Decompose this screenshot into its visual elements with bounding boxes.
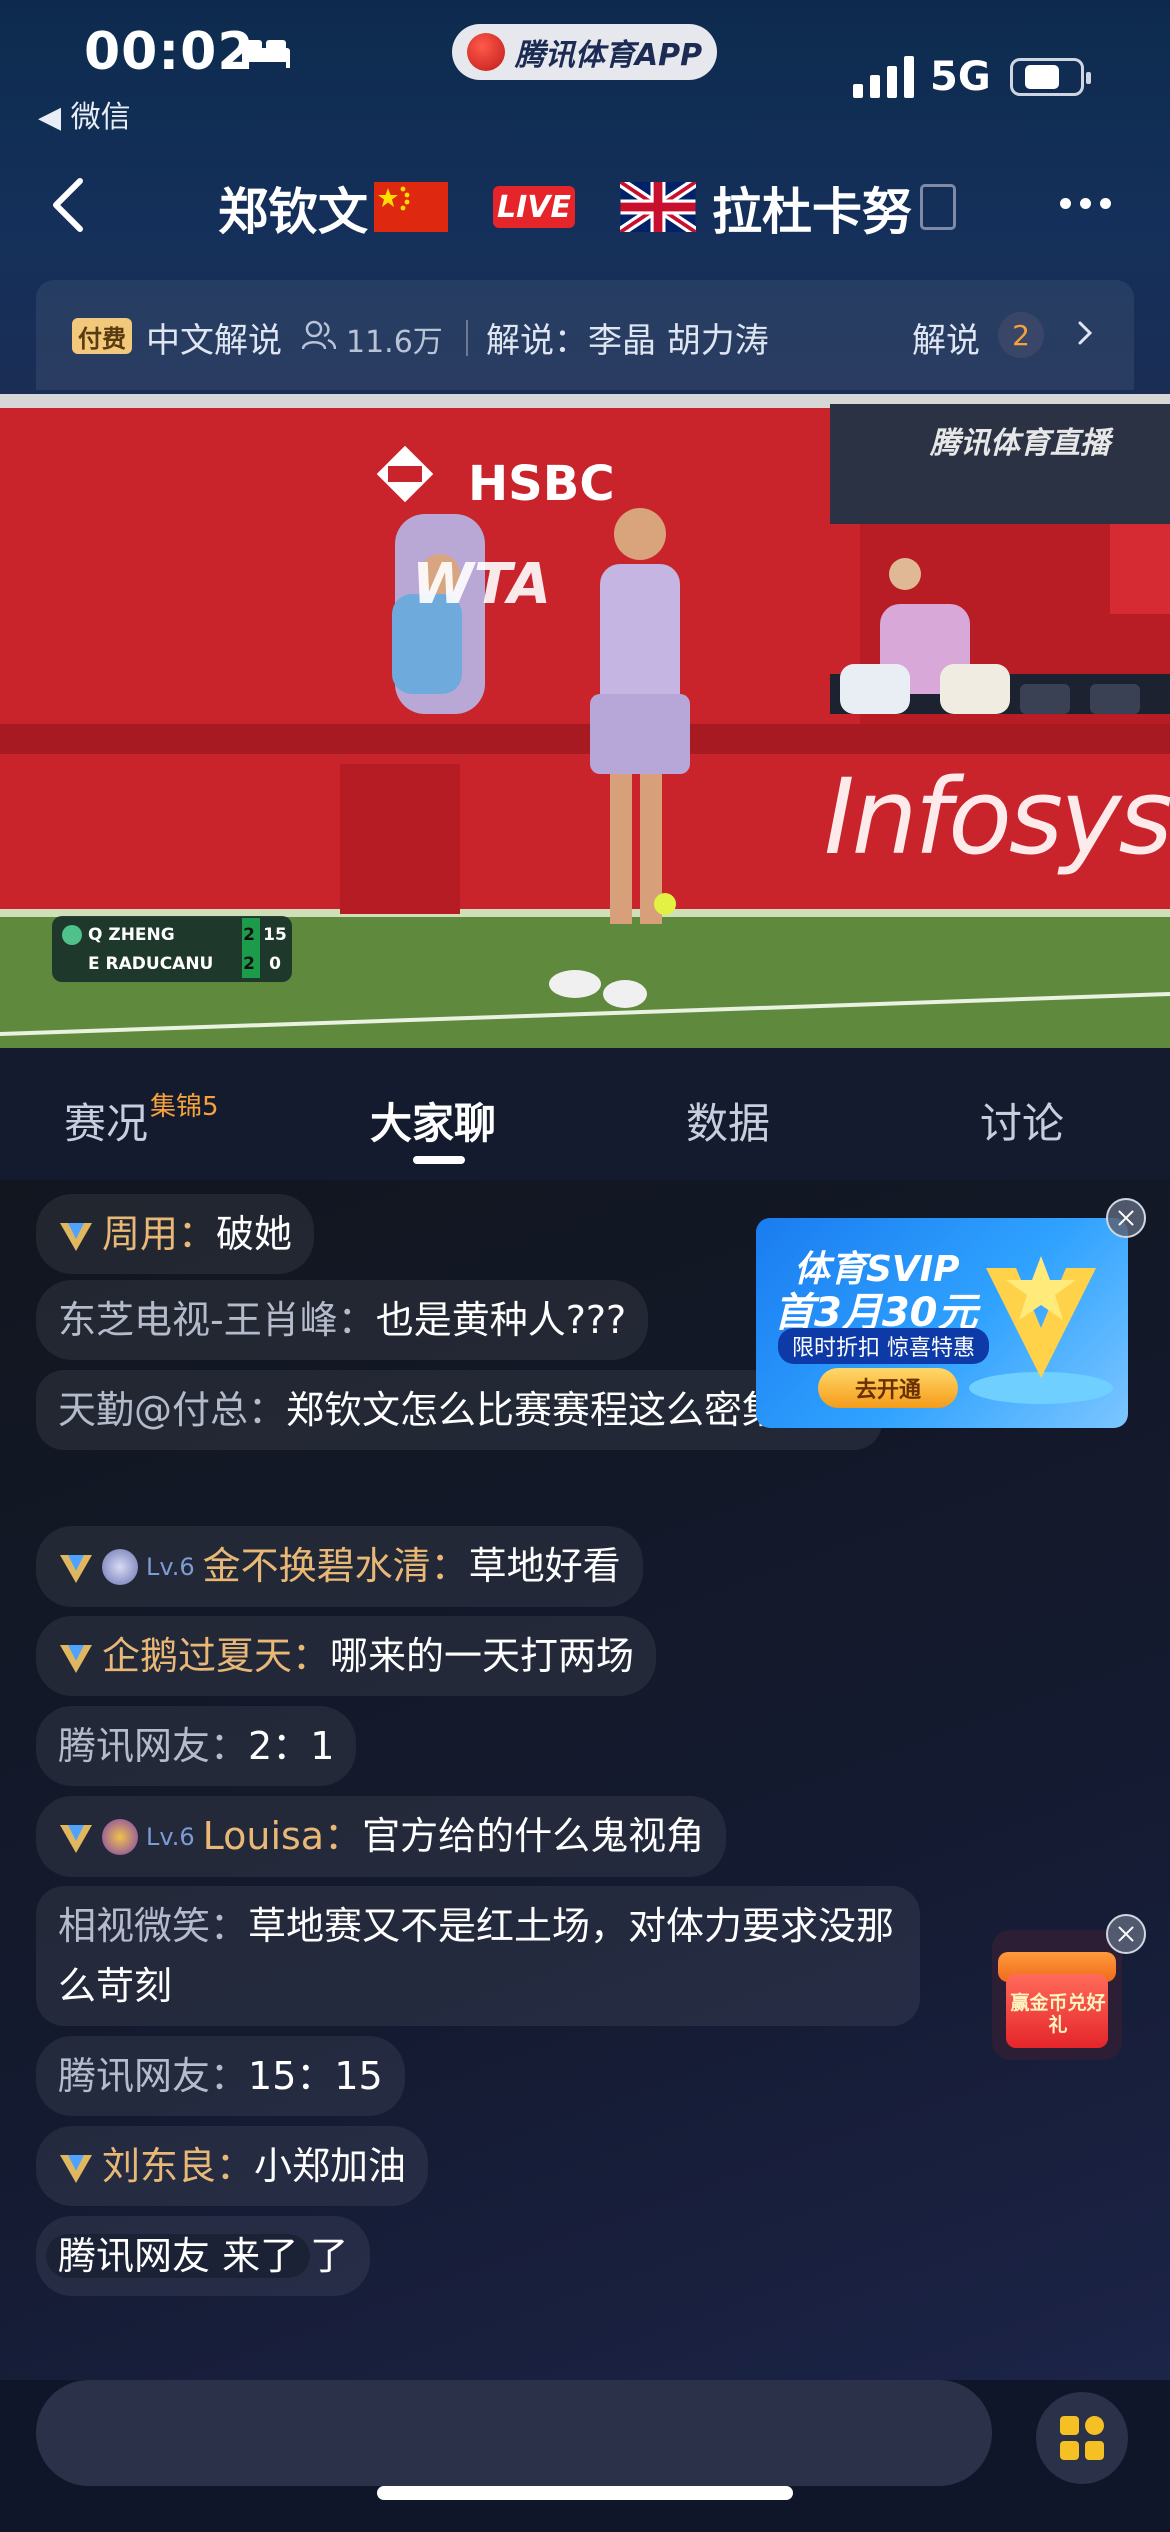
commentary-switch-label: 解说 <box>912 321 980 361</box>
chat-message: Lv.6 金不换碧水清：草地好看 <box>36 1526 643 1607</box>
tencent-sports-logo-icon <box>466 33 505 71</box>
chat-message: 腾讯网友 来了了 <box>36 2216 371 2296</box>
app-pill-label: 腾讯体育APP <box>514 38 703 73</box>
vip-badge-icon <box>60 1825 92 1853</box>
bottom-bar <box>0 2380 1170 2532</box>
score-player-2: E RADUCANU <box>88 953 214 974</box>
app-pill[interactable]: 腾讯体育APP <box>452 24 717 80</box>
user-level-badge: Lv.6 <box>146 1823 195 1851</box>
chat-message: 东芝电视-王肖峰：也是黄种人??? <box>36 1280 649 1360</box>
chat-message: 腾讯网友：15：15 <box>36 2036 405 2116</box>
chat-message: 刘东良：小郑加油 <box>36 2126 429 2206</box>
user-avatar <box>102 1819 138 1855</box>
score-row-1: Q ZHENG 2 15 <box>62 920 292 949</box>
vip-badge-icon <box>60 1223 92 1251</box>
tab-match-status[interactable]: 赛况集锦5 <box>64 1090 219 1151</box>
svip-trophy-icon <box>969 1256 1113 1404</box>
battery-icon <box>1010 58 1091 96</box>
commentators: 解说：李晶 胡力涛 <box>486 321 769 361</box>
status-time: 00:02 <box>84 22 255 82</box>
chevron-right-icon <box>1078 321 1093 345</box>
chat-message: 相视微笑：草地赛又不是红土场，对体力要求没那么苛刻 <box>36 1886 920 2026</box>
chat-input[interactable] <box>36 2380 992 2486</box>
user-level-badge: Lv.6 <box>146 1553 195 1581</box>
uk-flag-icon <box>620 182 696 232</box>
vip-badge-icon <box>60 1645 92 1673</box>
back-to-wechat[interactable]: ◀ 微信 <box>38 92 131 136</box>
tab-bar: 赛况集锦5 大家聊 数据 讨论 <box>0 1048 1170 1180</box>
paid-badge: 付费 <box>72 318 132 354</box>
chat-message: 腾讯网友：2：1 <box>36 1706 357 1786</box>
chat-message: 企鹅过夏天：哪来的一天打两场 <box>36 1616 657 1696</box>
tab-discussion[interactable]: 讨论 <box>980 1090 1064 1151</box>
score-row-2: E RADUCANU 2 0 <box>62 949 292 978</box>
promo-tagline: 限时折扣 惊喜特惠 <box>778 1328 989 1364</box>
divider <box>466 320 468 356</box>
score-points-2: 0 <box>269 953 281 974</box>
home-indicator[interactable] <box>377 2486 793 2500</box>
close-gift-icon[interactable] <box>1106 1914 1146 1954</box>
highlights-badge: 集锦5 <box>150 1092 219 1122</box>
sleep-mode-icon <box>242 40 290 68</box>
switch-match-icon[interactable] <box>920 184 956 230</box>
back-arrow-icon[interactable] <box>48 175 88 235</box>
infosys-board-text: Infosys <box>824 756 1170 878</box>
more-options-icon[interactable] <box>1060 198 1111 209</box>
apps-button[interactable] <box>1036 2392 1128 2484</box>
chat-message: 周用：破她 <box>36 1194 315 1274</box>
apps-grid-icon <box>1060 2416 1104 2460</box>
user-avatar <box>102 1549 138 1585</box>
active-tab-indicator <box>413 1156 465 1164</box>
cellular-signal-icon <box>853 56 914 98</box>
promo-activate-button[interactable]: 去开通 <box>818 1368 958 1408</box>
close-promo-icon[interactable] <box>1106 1198 1146 1238</box>
gift-label: 赢金币兑好礼 <box>1010 1992 1106 2036</box>
commentary-count-badge: 2 <box>998 312 1044 358</box>
viewers-icon <box>302 320 336 350</box>
svip-promo-banner[interactable]: 体育SVIP 首3月30元 限时折扣 惊喜特惠 去开通 <box>756 1218 1128 1428</box>
scoreboard: Q ZHENG 2 15 E RADUCANU 2 0 <box>62 920 292 978</box>
tab-chat[interactable]: 大家聊 <box>370 1090 496 1151</box>
network-type: 5G <box>930 54 991 100</box>
viewer-count: 11.6万 <box>346 325 443 360</box>
tab-stats[interactable]: 数据 <box>686 1090 770 1151</box>
live-badge: LIVE <box>493 186 575 228</box>
serving-indicator-icon <box>62 924 82 945</box>
status-bar: 00:02 ◀ 微信 腾讯体育APP 5G <box>0 0 1170 150</box>
commentary-channel: 中文解说 <box>146 321 282 361</box>
player-left-name: 郑钦文 <box>218 183 368 241</box>
commentary-bar[interactable]: 付费 中文解说 11.6万 解说：李晶 胡力涛 解说 2 <box>36 280 1134 390</box>
hsbc-banner-text: HSBC <box>468 456 615 512</box>
wta-banner-text: WTA <box>412 552 551 617</box>
china-flag-icon <box>374 182 448 232</box>
user-joined-notice: 腾讯网友 来了 <box>46 2234 311 2278</box>
broadcast-watermark: 腾讯体育直播 <box>930 426 1110 461</box>
top-header: 00:02 ◀ 微信 腾讯体育APP 5G 郑钦文 LIVE 拉杜卡努 付费 中… <box>0 0 1170 394</box>
chat-message: Lv.6 Louisa：官方给的什么鬼视角 <box>36 1796 727 1877</box>
player-right-name: 拉杜卡努 <box>712 183 912 241</box>
vip-badge-icon <box>60 2155 92 2183</box>
vip-badge-icon <box>60 1555 92 1583</box>
score-sets-2: 2 <box>243 953 255 974</box>
gift-coin-widget[interactable]: 赢金币兑好礼 <box>992 1930 1122 2060</box>
score-sets-1: 2 <box>243 924 255 945</box>
video-player[interactable]: 腾讯体育直播 HSBC WTA Infosys Q ZHENG 2 15 E R… <box>0 394 1170 1048</box>
score-player-1: Q ZHENG <box>88 924 175 945</box>
score-points-1: 15 <box>263 924 287 945</box>
